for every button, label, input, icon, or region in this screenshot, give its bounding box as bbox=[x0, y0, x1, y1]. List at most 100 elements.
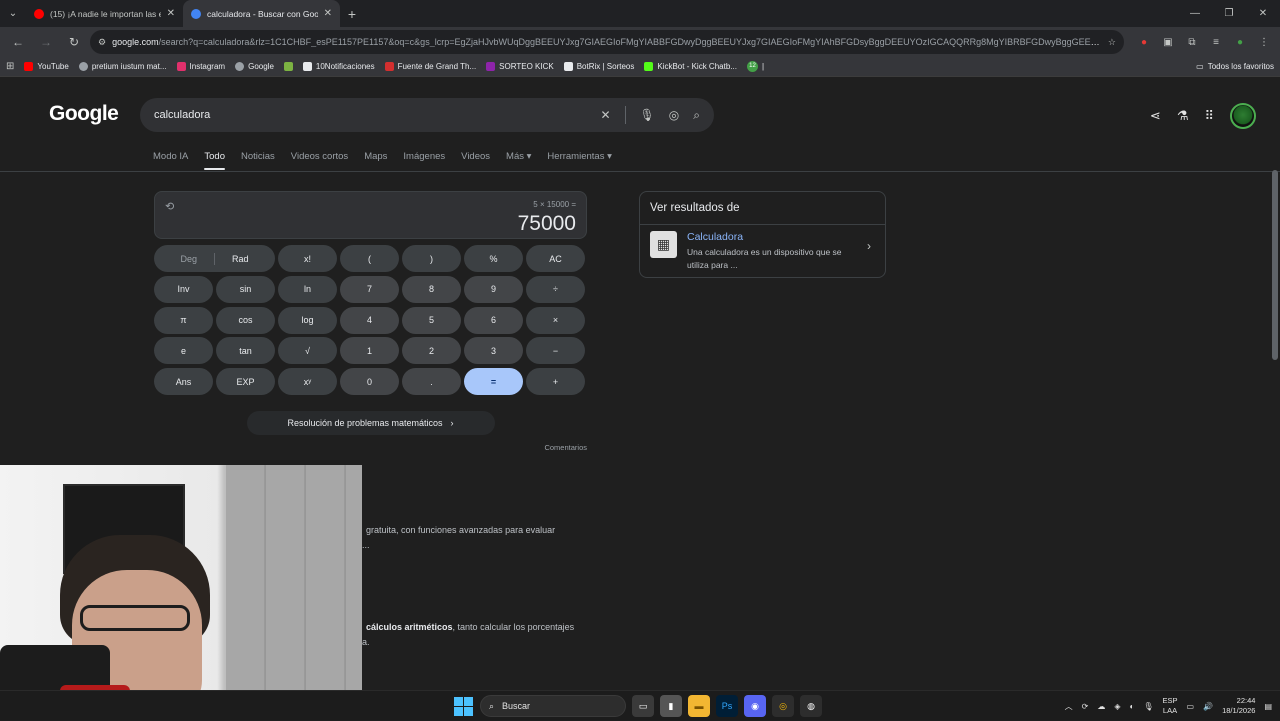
bookmark-star-icon[interactable]: ☆ bbox=[1108, 37, 1116, 48]
bookmark-12[interactable]: 12 | bbox=[746, 61, 764, 72]
rad-button[interactable]: Rad bbox=[232, 254, 249, 264]
digit-4-button[interactable]: 4 bbox=[340, 306, 399, 334]
tab-youtube[interactable]: (15) ¡A nadie le importan las ele ✕ bbox=[26, 0, 183, 27]
bookmark-game[interactable] bbox=[283, 62, 293, 71]
labs-flask-icon[interactable]: ⚗ bbox=[1177, 108, 1189, 124]
obs-icon[interactable]: ◍ bbox=[800, 695, 822, 717]
ln-button[interactable]: ln bbox=[278, 275, 337, 303]
menu-kebab-icon[interactable]: ⋮ bbox=[1254, 32, 1274, 52]
address-bar[interactable]: ⚙ google.com/search?q=calculadora&rlz=1C… bbox=[90, 30, 1124, 54]
tab-imagenes[interactable]: Imágenes bbox=[403, 151, 445, 170]
close-window-icon[interactable]: ✕ bbox=[1246, 0, 1280, 27]
apps-grid-icon[interactable]: ⠿ bbox=[1204, 108, 1214, 124]
chrome-icon[interactable]: ◎ bbox=[772, 695, 794, 717]
chevron-up-icon[interactable]: ︿ bbox=[1065, 701, 1073, 712]
bookmark-pretium[interactable]: pretium iustum mat... bbox=[78, 62, 167, 71]
bookmark-sorteo-kick[interactable]: SORTEO KICK bbox=[486, 62, 554, 71]
digit-8-button[interactable]: 8 bbox=[402, 275, 461, 303]
close-tab-icon[interactable]: ✕ bbox=[324, 8, 332, 19]
tab-videos[interactable]: Videos bbox=[461, 151, 490, 170]
feedback-link[interactable]: Comentarios bbox=[154, 443, 587, 452]
decimal-button[interactable]: . bbox=[402, 368, 461, 396]
page-scrollbar[interactable] bbox=[1272, 170, 1278, 360]
search-icon[interactable]: ⌕ bbox=[693, 108, 700, 123]
tray-app-icon[interactable]: ⟳ bbox=[1082, 702, 1089, 711]
clock[interactable]: 22:44 18/1/2026 bbox=[1222, 696, 1255, 716]
tab-videos-cortos[interactable]: Videos cortos bbox=[291, 151, 348, 170]
digit-9-button[interactable]: 9 bbox=[464, 275, 523, 303]
bookmark-botrix[interactable]: BotRix | Sorteos bbox=[563, 62, 634, 71]
app-icon[interactable]: ▮ bbox=[660, 695, 682, 717]
digit-3-button[interactable]: 3 bbox=[464, 337, 523, 365]
cloud-icon[interactable]: ☁ bbox=[1097, 702, 1105, 711]
new-tab-button[interactable]: + bbox=[340, 0, 364, 27]
bookmark-google[interactable]: Google bbox=[235, 62, 274, 71]
task-view-icon[interactable]: ▭ bbox=[632, 695, 654, 717]
file-explorer-icon[interactable]: ▬ bbox=[688, 695, 710, 717]
tab-modo-ia[interactable]: Modo IA bbox=[153, 151, 188, 170]
language-indicator[interactable]: ESP LAA bbox=[1163, 696, 1178, 716]
bookmark-instagram[interactable]: Instagram bbox=[176, 62, 225, 71]
bookmark-kickbot[interactable]: KickBot - Kick Chatb... bbox=[644, 62, 737, 71]
discord-icon[interactable]: ◉ bbox=[744, 695, 766, 717]
right-paren-button[interactable]: ) bbox=[402, 245, 461, 272]
extensions-puzzle-icon[interactable]: ⧉ bbox=[1182, 32, 1202, 52]
subtract-button[interactable]: − bbox=[526, 337, 585, 365]
reload-icon[interactable]: ↻ bbox=[62, 30, 86, 54]
divide-button[interactable]: ÷ bbox=[526, 275, 585, 303]
restore-icon[interactable]: ❐ bbox=[1212, 0, 1246, 27]
site-info-icon[interactable]: ⚙ bbox=[98, 37, 106, 48]
bookmark-fuente-gta[interactable]: Fuente de Grand Th... bbox=[384, 62, 476, 71]
close-tab-icon[interactable]: ✕ bbox=[167, 8, 175, 19]
tab-todo[interactable]: Todo bbox=[204, 151, 225, 170]
all-clear-button[interactable]: AC bbox=[526, 245, 585, 272]
all-bookmarks[interactable]: ▭ Todos los favoritos bbox=[1196, 62, 1274, 71]
left-paren-button[interactable]: ( bbox=[340, 245, 399, 272]
log-button[interactable]: log bbox=[278, 306, 337, 334]
lens-camera-icon[interactable]: ◎ bbox=[669, 108, 679, 122]
power-button[interactable]: xʸ bbox=[278, 368, 337, 396]
percent-button[interactable]: % bbox=[464, 245, 523, 272]
profile-avatar-icon[interactable]: ● bbox=[1230, 32, 1250, 52]
result-title[interactable]: Calculadora bbox=[687, 231, 857, 243]
tray-app-icon[interactable]: ◐ bbox=[1130, 702, 1135, 711]
taskbar-search[interactable]: ⌕ Buscar bbox=[480, 695, 626, 717]
e-button[interactable]: e bbox=[154, 337, 213, 365]
sqrt-button[interactable]: √ bbox=[278, 337, 337, 365]
extension-red-icon[interactable]: ● bbox=[1134, 32, 1154, 52]
back-icon[interactable]: ← bbox=[6, 30, 30, 54]
multiply-button[interactable]: × bbox=[526, 306, 585, 334]
minimize-icon[interactable]: — bbox=[1178, 0, 1212, 27]
sin-button[interactable]: sin bbox=[216, 275, 275, 303]
tab-google-calculadora[interactable]: calculadora - Buscar con Googl ✕ bbox=[183, 0, 340, 27]
microphone-icon[interactable]: 🎙 bbox=[1143, 702, 1153, 711]
apps-grid-icon[interactable]: ⊞ bbox=[6, 61, 14, 72]
digit-6-button[interactable]: 6 bbox=[464, 306, 523, 334]
bookmark-youtube[interactable]: YouTube bbox=[24, 62, 69, 71]
tab-maps[interactable]: Maps bbox=[364, 151, 387, 170]
inv-button[interactable]: Inv bbox=[154, 275, 213, 303]
digit-1-button[interactable]: 1 bbox=[340, 337, 399, 365]
media-control-icon[interactable]: ≡ bbox=[1206, 32, 1226, 52]
tab-mas[interactable]: Más ▾ bbox=[506, 151, 531, 170]
digit-7-button[interactable]: 7 bbox=[340, 275, 399, 303]
search-input[interactable]: calculadora bbox=[154, 109, 600, 121]
share-icon[interactable]: ⋖ bbox=[1150, 108, 1161, 124]
network-icon[interactable]: ▭ bbox=[1187, 702, 1195, 711]
math-solver-button[interactable]: Resolución de problemas matemáticos › bbox=[246, 411, 495, 436]
google-logo[interactable]: Google bbox=[49, 102, 119, 126]
history-icon[interactable]: ⟲ bbox=[165, 200, 174, 213]
photoshop-icon[interactable]: Ps bbox=[716, 695, 738, 717]
tab-herramientas[interactable]: Herramientas ▾ bbox=[547, 151, 611, 170]
deg-rad-toggle[interactable]: Deg Rad bbox=[154, 245, 275, 272]
tab-search-icon[interactable]: ⌄ bbox=[0, 0, 26, 27]
add-button[interactable]: + bbox=[526, 368, 585, 396]
result-calculadora[interactable]: ▦ Calculadora Una calculadora es un disp… bbox=[640, 225, 885, 278]
deg-button[interactable]: Deg bbox=[180, 254, 197, 264]
windows-start-icon[interactable] bbox=[452, 695, 474, 717]
avatar[interactable] bbox=[1230, 103, 1256, 129]
clear-icon[interactable]: ✕ bbox=[600, 108, 610, 122]
microphone-icon[interactable]: 🎙 bbox=[640, 108, 655, 122]
digit-5-button[interactable]: 5 bbox=[402, 306, 461, 334]
ans-button[interactable]: Ans bbox=[154, 368, 213, 396]
